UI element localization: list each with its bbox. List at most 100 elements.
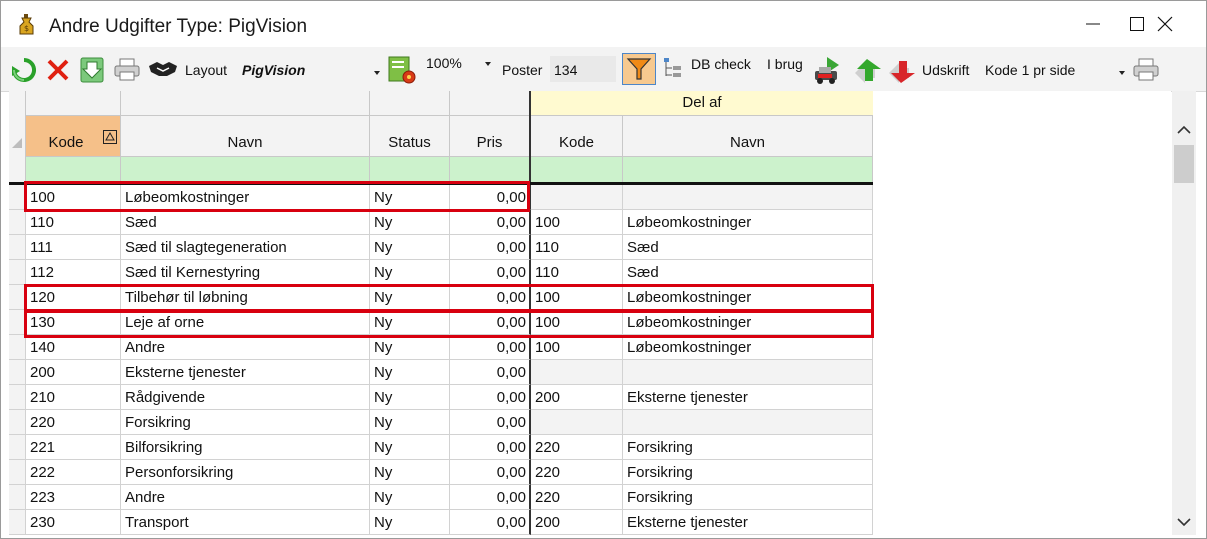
cell-del-navn[interactable]: Sæd (623, 235, 873, 260)
cell-del-kode[interactable]: 220 (531, 485, 623, 510)
cell-status[interactable]: Ny (370, 485, 450, 510)
printer-icon[interactable] (113, 58, 141, 82)
row-selector[interactable] (9, 260, 26, 285)
table-row[interactable]: 222 Personforsikring Ny 0,00 220 Forsikring (9, 460, 873, 485)
cell-kode[interactable]: 100 (26, 185, 121, 210)
cell-status[interactable]: Ny (370, 435, 450, 460)
cell-navn[interactable]: Forsikring (121, 410, 370, 435)
cell-status[interactable]: Ny (370, 360, 450, 385)
cell-pris[interactable]: 0,00 (450, 210, 531, 235)
cell-pris[interactable]: 0,00 (450, 285, 531, 310)
delete-icon[interactable] (45, 57, 71, 83)
cell-status[interactable]: Ny (370, 410, 450, 435)
cell-del-kode[interactable] (531, 360, 623, 385)
cell-status[interactable]: Ny (370, 185, 450, 210)
cell-status[interactable]: Ny (370, 210, 450, 235)
filter-cell[interactable] (531, 156, 622, 183)
cell-pris[interactable]: 0,00 (450, 385, 531, 410)
column-header-navn[interactable]: Navn (121, 91, 370, 184)
cell-kode[interactable]: 230 (26, 510, 121, 535)
cell-status[interactable]: Ny (370, 260, 450, 285)
cell-del-kode[interactable]: 100 (531, 285, 623, 310)
i-brug-button[interactable]: I brug (767, 56, 803, 72)
cell-status[interactable]: Ny (370, 310, 450, 335)
cell-navn[interactable]: Andre (121, 485, 370, 510)
cell-del-kode[interactable]: 100 (531, 310, 623, 335)
table-row[interactable]: 230 Transport Ny 0,00 200 Eksterne tjenester (9, 510, 873, 535)
row-selector[interactable] (9, 385, 26, 410)
column-header-kode[interactable]: Kode (26, 91, 121, 184)
scroll-down-icon[interactable] (1177, 517, 1191, 527)
column-header-del-navn[interactable]: Navn (623, 116, 873, 184)
refresh-icon[interactable] (11, 57, 37, 83)
filter-toggle-button[interactable] (622, 53, 656, 85)
cell-kode[interactable]: 220 (26, 410, 121, 435)
table-row[interactable]: 223 Andre Ny 0,00 220 Forsikring (9, 485, 873, 510)
cell-status[interactable]: Ny (370, 510, 450, 535)
cell-pris[interactable]: 0,00 (450, 510, 531, 535)
cell-del-navn[interactable]: Forsikring (623, 485, 873, 510)
table-row[interactable]: 130 Leje af orne Ny 0,00 100 Løbeomkostninger (9, 310, 873, 335)
cell-pris[interactable]: 0,00 (450, 185, 531, 210)
cell-pris[interactable]: 0,00 (450, 235, 531, 260)
cell-del-kode[interactable]: 110 (531, 235, 623, 260)
table-row[interactable]: 221 Bilforsikring Ny 0,00 220 Forsikring (9, 435, 873, 460)
row-selector[interactable] (9, 185, 26, 210)
cell-navn[interactable]: Løbeomkostninger (121, 185, 370, 210)
cell-del-navn[interactable]: Eksterne tjenester (623, 510, 873, 535)
filter-cell[interactable] (370, 156, 449, 183)
scroll-up-icon[interactable] (1177, 125, 1191, 135)
cell-del-kode[interactable] (531, 185, 623, 210)
filter-cell[interactable] (623, 156, 872, 183)
cell-del-kode[interactable]: 100 (531, 335, 623, 360)
cell-status[interactable]: Ny (370, 385, 450, 410)
row-selector[interactable] (9, 310, 26, 335)
cell-pris[interactable]: 0,00 (450, 485, 531, 510)
handshake-icon[interactable] (147, 58, 179, 80)
export-car-icon[interactable] (813, 55, 847, 87)
column-header-status[interactable]: Status (370, 91, 450, 184)
cell-del-navn[interactable]: Løbeomkostninger (623, 335, 873, 360)
cell-del-kode[interactable]: 200 (531, 385, 623, 410)
cell-del-navn[interactable] (623, 185, 873, 210)
cell-navn[interactable]: Personforsikring (121, 460, 370, 485)
row-selector[interactable] (9, 335, 26, 360)
cell-del-kode[interactable]: 220 (531, 460, 623, 485)
row-selector[interactable] (9, 360, 26, 385)
cell-kode[interactable]: 120 (26, 285, 121, 310)
row-selector[interactable] (9, 510, 26, 535)
cell-del-navn[interactable]: Forsikring (623, 460, 873, 485)
cell-pris[interactable]: 0,00 (450, 360, 531, 385)
cell-navn[interactable]: Leje af orne (121, 310, 370, 335)
column-header-del-kode[interactable]: Kode (531, 116, 623, 184)
cell-navn[interactable]: Transport (121, 510, 370, 535)
row-selector[interactable] (9, 485, 26, 510)
download-icon[interactable] (79, 56, 105, 84)
cell-kode[interactable]: 210 (26, 385, 121, 410)
cell-navn[interactable]: Sæd (121, 210, 370, 235)
row-selector[interactable] (9, 435, 26, 460)
cell-del-kode[interactable] (531, 410, 623, 435)
cell-navn[interactable]: Tilbehør til løbning (121, 285, 370, 310)
cell-pris[interactable]: 0,00 (450, 310, 531, 335)
table-row[interactable]: 100 Løbeomkostninger Ny 0,00 (9, 185, 873, 210)
scrollbar-thumb[interactable] (1174, 145, 1194, 183)
close-button[interactable] (1137, 1, 1193, 47)
table-row[interactable]: 210 Rådgivende Ny 0,00 200 Eksterne tjenester (9, 385, 873, 410)
cell-navn[interactable]: Sæd til Kernestyring (121, 260, 370, 285)
vertical-scrollbar[interactable] (1172, 91, 1196, 535)
cell-kode[interactable]: 222 (26, 460, 121, 485)
cell-del-navn[interactable]: Løbeomkostninger (623, 210, 873, 235)
row-selector[interactable] (9, 285, 26, 310)
table-row[interactable]: 140 Andre Ny 0,00 100 Løbeomkostninger (9, 335, 873, 360)
cell-kode[interactable]: 130 (26, 310, 121, 335)
cell-kode[interactable]: 140 (26, 335, 121, 360)
cell-del-kode[interactable]: 110 (531, 260, 623, 285)
print-mode-combobox[interactable]: Kode 1 pr side (980, 56, 1130, 82)
cell-status[interactable]: Ny (370, 335, 450, 360)
row-selector[interactable] (9, 410, 26, 435)
print-icon[interactable] (1132, 58, 1160, 82)
cell-del-navn[interactable] (623, 410, 873, 435)
cell-pris[interactable]: 0,00 (450, 435, 531, 460)
column-header-pris[interactable]: Pris (450, 91, 531, 184)
